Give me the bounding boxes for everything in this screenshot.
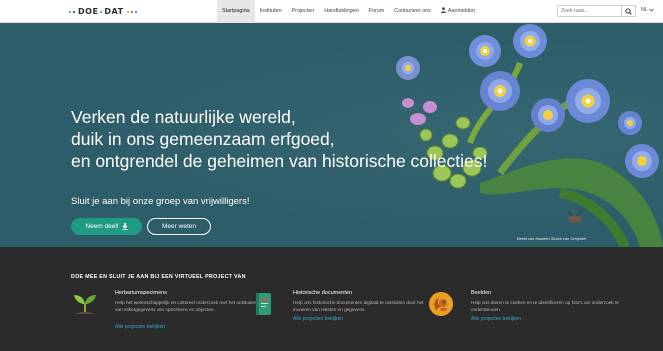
logo-word-doe: DOE — [78, 7, 99, 16]
nav-item-aanmelden[interactable]: Aanmelden — [436, 0, 480, 23]
view-all-projects-link[interactable]: Alle projecten bekijken — [471, 316, 521, 322]
image-credit: Beeld van Maarten Strack van Schijndel — [517, 236, 586, 241]
nav-item-handleidingen[interactable]: Handleidingen — [319, 0, 363, 23]
hero-title-line-3: en ontgrendel de geheimen van historisch… — [71, 151, 488, 171]
nav-item-instituten[interactable]: Instituten — [255, 0, 287, 23]
main-nav: Startpagina Instituten Projecten Handlei… — [217, 0, 480, 23]
download-arrow-icon — [122, 223, 128, 230]
view-all-projects-link[interactable]: Alle projecten bekijken — [115, 324, 165, 330]
search-icon — [625, 7, 632, 15]
nav-item-contacteer-ons[interactable]: Contacteer ons — [389, 0, 436, 23]
plant-sprout-icon — [74, 295, 96, 314]
book-icon — [256, 293, 271, 315]
learn-more-button[interactable]: Meer weten — [147, 218, 211, 235]
aanmelden-label: Aanmelden — [447, 8, 476, 14]
logo-dots — [69, 10, 75, 13]
user-icon — [440, 7, 446, 13]
section-title: DOE MEE EN SLUIT JE AAN BIJ EEN VIRTUEEL… — [71, 274, 246, 280]
logo-word-dat: DAT — [104, 7, 124, 16]
top-navigation-bar: DOE DAT Startpagina Instituten Projecten… — [0, 0, 663, 23]
card-title: Beelden — [471, 290, 492, 296]
search-button[interactable] — [622, 5, 636, 17]
card-description: Help ons dieren te zoeken en te identifi… — [471, 300, 619, 312]
nav-item-projecten[interactable]: Projecten — [286, 0, 319, 23]
view-all-projects-link[interactable]: Alle projecten bekijken — [293, 316, 343, 322]
hero-banner: Verken de natuurlijke wereld, duik in on… — [0, 23, 663, 247]
hero-title-line-2: duik in ons gemeenzaam erfgoed, — [71, 129, 335, 149]
join-button-label: Neem deel! — [85, 223, 119, 230]
chevron-down-icon — [648, 8, 654, 12]
card-description: Help het wetenschappelijk en cultureel o… — [115, 300, 257, 312]
hero-subtitle: Sluit je aan bij onze groep van vrijwill… — [71, 196, 250, 207]
projects-section: DOE MEE EN SLUIT JE AAN BIJ EEN VIRTUEEL… — [0, 247, 663, 351]
language-label: NL — [641, 7, 648, 13]
card-title: Historische documenten — [293, 290, 353, 296]
card-description: Help ons historische documenten digitaal… — [293, 300, 424, 312]
language-selector[interactable]: NL — [641, 7, 654, 13]
hero-title-line-1: Verken de natuurlijke wereld, — [71, 107, 296, 127]
search-input[interactable] — [557, 5, 622, 17]
card-title: Herbariumspecimens — [115, 290, 167, 296]
nav-item-forum[interactable]: Forum — [364, 0, 390, 23]
logo-trailing-dots — [126, 10, 137, 13]
nav-item-startpagina[interactable]: Startpagina — [217, 0, 255, 23]
squirrel-icon — [429, 292, 453, 316]
hero-title: Verken de natuurlijke wereld, duik in on… — [71, 106, 487, 172]
join-button[interactable]: Neem deel! — [71, 218, 142, 235]
doedat-logo[interactable]: DOE DAT — [69, 6, 140, 17]
